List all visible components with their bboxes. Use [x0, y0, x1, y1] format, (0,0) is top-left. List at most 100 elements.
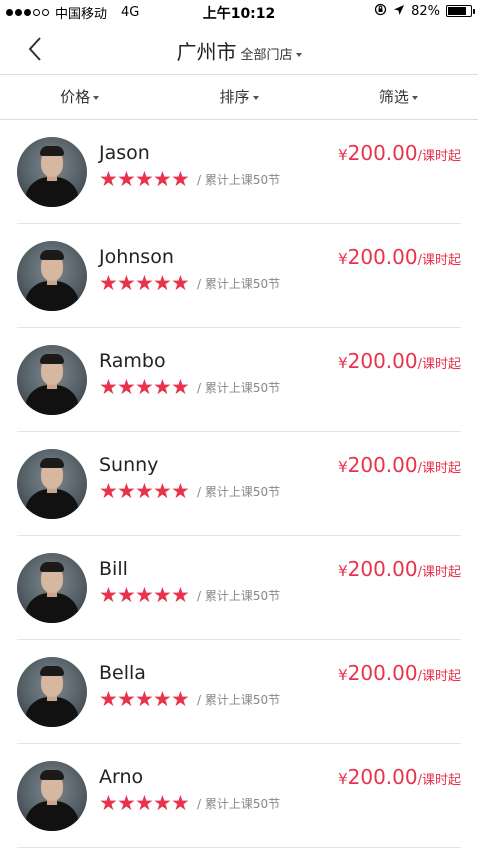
- coach-list-item[interactable]: Rambo ★ ★ ★ ★ ★ / 累计上课50节 ¥200.00/课时起: [17, 328, 461, 432]
- star-icon: ★: [99, 271, 118, 295]
- price: ¥200.00/课时起: [338, 557, 461, 581]
- price: ¥200.00/课时起: [338, 453, 461, 477]
- filter-price[interactable]: 价格: [0, 75, 159, 119]
- status-bar: 中国移动 4G 上午10:12 82%: [0, 0, 478, 24]
- star-icon: ★: [117, 375, 136, 399]
- orientation-lock-icon: [374, 3, 387, 19]
- star-icon: ★: [135, 271, 154, 295]
- price-amount: 200.00: [347, 557, 418, 581]
- rating-stars: ★ ★ ★ ★ ★: [99, 479, 190, 503]
- caret-down-icon: [295, 52, 302, 57]
- rating-stars: ★ ★ ★ ★ ★: [99, 583, 190, 607]
- caret-down-icon: [411, 95, 418, 100]
- rating-stars: ★ ★ ★ ★ ★: [99, 791, 190, 815]
- star-icon: ★: [153, 271, 172, 295]
- star-icon: ★: [153, 583, 172, 607]
- battery-percent: 82%: [411, 3, 440, 19]
- location-selector[interactable]: 广州市 全部门店: [0, 36, 478, 65]
- coach-name: Rambo: [99, 350, 166, 372]
- avatar: [17, 553, 87, 623]
- city-name: 广州市: [176, 40, 237, 64]
- price-unit: /课时起: [417, 669, 461, 684]
- status-right: 82%: [374, 3, 475, 19]
- star-icon: ★: [153, 375, 172, 399]
- coach-list-item[interactable]: Johnson ★ ★ ★ ★ ★ / 累计上课50节 ¥200.00/课时起: [17, 224, 461, 328]
- filter-label: 价格: [60, 88, 91, 106]
- lesson-count: / 累计上课50节: [197, 277, 281, 291]
- avatar: [17, 137, 87, 207]
- star-icon: ★: [171, 479, 190, 503]
- star-icon: ★: [117, 479, 136, 503]
- star-icon: ★: [99, 791, 118, 815]
- rating-stars: ★ ★ ★ ★ ★: [99, 271, 190, 295]
- coach-list-item[interactable]: Jason ★ ★ ★ ★ ★ / 累计上课50节 ¥200.00/课时起: [17, 120, 461, 224]
- price-currency: ¥: [338, 458, 348, 476]
- price-amount: 200.00: [347, 349, 418, 373]
- filter-screen[interactable]: 筛选: [319, 75, 478, 119]
- filter-sort[interactable]: 排序: [159, 75, 318, 119]
- coach-name: Johnson: [99, 246, 174, 268]
- price-unit: /课时起: [417, 773, 461, 788]
- avatar: [17, 345, 87, 415]
- star-icon: ★: [117, 271, 136, 295]
- lesson-count: / 累计上课50节: [197, 381, 281, 395]
- star-icon: ★: [171, 375, 190, 399]
- avatar: [17, 657, 87, 727]
- price: ¥200.00/课时起: [338, 141, 461, 165]
- price-currency: ¥: [338, 666, 348, 684]
- star-icon: ★: [171, 271, 190, 295]
- coach-list-item[interactable]: Arno ★ ★ ★ ★ ★ / 累计上课50节 ¥200.00/课时起: [17, 744, 461, 848]
- star-icon: ★: [135, 167, 154, 191]
- coach-list-item[interactable]: Bill ★ ★ ★ ★ ★ / 累计上课50节 ¥200.00/课时起: [17, 536, 461, 640]
- price-currency: ¥: [338, 146, 348, 164]
- avatar: [17, 449, 87, 519]
- star-icon: ★: [135, 375, 154, 399]
- avatar: [17, 761, 87, 831]
- price: ¥200.00/课时起: [338, 245, 461, 269]
- filter-bar: 价格 排序 筛选: [0, 75, 478, 120]
- price-unit: /课时起: [417, 149, 461, 164]
- price: ¥200.00/课时起: [338, 765, 461, 789]
- price-currency: ¥: [338, 250, 348, 268]
- price-amount: 200.00: [347, 245, 418, 269]
- price-unit: /课时起: [417, 253, 461, 268]
- nav-bar: 广州市 全部门店: [0, 24, 478, 75]
- rating-stars: ★ ★ ★ ★ ★: [99, 687, 190, 711]
- price-unit: /课时起: [417, 461, 461, 476]
- star-icon: ★: [99, 375, 118, 399]
- star-icon: ★: [135, 479, 154, 503]
- location-arrow-icon: [393, 4, 405, 19]
- star-icon: ★: [99, 687, 118, 711]
- price-currency: ¥: [338, 354, 348, 372]
- star-icon: ★: [117, 167, 136, 191]
- price-unit: /课时起: [417, 565, 461, 580]
- price: ¥200.00/课时起: [338, 349, 461, 373]
- star-icon: ★: [117, 687, 136, 711]
- price-currency: ¥: [338, 770, 348, 788]
- star-icon: ★: [99, 479, 118, 503]
- star-icon: ★: [153, 479, 172, 503]
- lesson-count: / 累计上课50节: [197, 797, 281, 811]
- caret-down-icon: [252, 95, 259, 100]
- lesson-count: / 累计上课50节: [197, 693, 281, 707]
- coach-list-item[interactable]: Bella ★ ★ ★ ★ ★ / 累计上课50节 ¥200.00/课时起: [17, 640, 461, 744]
- star-icon: ★: [99, 583, 118, 607]
- store-filter-label: 全部门店: [240, 48, 293, 63]
- coach-list-item[interactable]: Sunny ★ ★ ★ ★ ★ / 累计上课50节 ¥200.00/课时起: [17, 432, 461, 536]
- coach-name: Jason: [99, 142, 150, 164]
- star-icon: ★: [117, 583, 136, 607]
- star-icon: ★: [153, 791, 172, 815]
- star-icon: ★: [171, 167, 190, 191]
- lesson-count: / 累计上课50节: [197, 173, 281, 187]
- star-icon: ★: [117, 791, 136, 815]
- price-unit: /课时起: [417, 357, 461, 372]
- price-currency: ¥: [338, 562, 348, 580]
- star-icon: ★: [171, 791, 190, 815]
- rating-stars: ★ ★ ★ ★ ★: [99, 167, 190, 191]
- star-icon: ★: [153, 167, 172, 191]
- star-icon: ★: [153, 687, 172, 711]
- price: ¥200.00/课时起: [338, 661, 461, 685]
- star-icon: ★: [135, 583, 154, 607]
- lesson-count: / 累计上课50节: [197, 485, 281, 499]
- star-icon: ★: [171, 687, 190, 711]
